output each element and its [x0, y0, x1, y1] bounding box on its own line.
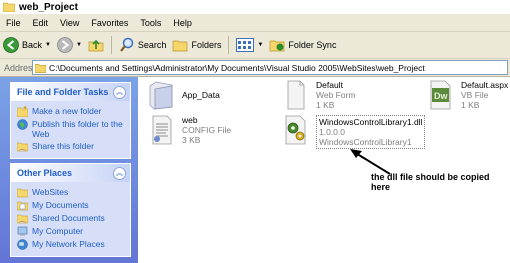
views-button[interactable]: ▼: [233, 34, 266, 56]
collapse-icon[interactable]: ︽: [113, 166, 126, 180]
file-name: WindowsControlLibrary1.dll: [319, 117, 423, 127]
dreamweaver-file-icon: Dw: [430, 80, 451, 110]
folders-label: Folders: [191, 40, 222, 50]
my-computer-icon: [17, 226, 28, 236]
share-folder-icon: [17, 142, 28, 152]
panel-body: Make a new folder Publish this folder to…: [11, 101, 130, 158]
task-label: Publish this folder to the Web: [32, 119, 123, 139]
menu-view[interactable]: View: [54, 18, 85, 28]
file-name: Default.aspx: [461, 80, 509, 90]
folder-sync-icon: [270, 40, 285, 52]
config-file-icon: [152, 115, 172, 145]
task-pane: File and Folder Tasks ︽ Make a new folde…: [0, 77, 138, 263]
chevron-down-icon[interactable]: ▼: [257, 42, 263, 48]
task-make-new-folder[interactable]: Make a new folder: [17, 106, 124, 117]
window-title: web_Project: [19, 1, 78, 13]
address-bar: Address C:\Documents and Settings\Admini…: [0, 59, 510, 77]
back-button[interactable]: Back ▼: [0, 34, 54, 56]
folder-icon: [149, 81, 173, 110]
panel-title: File and Folder Tasks: [17, 87, 109, 97]
file-type: VB File: [461, 90, 489, 100]
address-label: Address: [4, 62, 38, 73]
chevron-down-icon[interactable]: ▼: [45, 42, 51, 48]
my-documents-icon: [17, 201, 28, 211]
task-label: Make a new folder: [32, 106, 102, 116]
place-shared-documents[interactable]: Shared Documents: [17, 213, 124, 224]
address-path: C:\Documents and Settings\Administrator\…: [49, 62, 425, 73]
svg-text:Dw: Dw: [434, 91, 448, 101]
forward-button[interactable]: ▼: [54, 34, 85, 56]
new-folder-icon: [17, 106, 28, 117]
folder-icon: [17, 188, 28, 198]
place-label: My Computer: [32, 226, 84, 236]
up-folder-button[interactable]: [85, 34, 107, 56]
place-label: My Network Places: [32, 239, 105, 249]
place-label: My Documents: [32, 200, 89, 210]
folders-button[interactable]: Folders: [169, 34, 224, 56]
task-label: Share this folder: [32, 141, 94, 151]
place-my-computer[interactable]: My Computer: [17, 226, 124, 237]
folder-sync-label: Folder Sync: [288, 40, 337, 50]
place-websites[interactable]: WebSites: [17, 187, 124, 198]
file-name: App_Data: [182, 90, 220, 100]
file-item-app-data[interactable]: App_Data: [146, 80, 220, 110]
file-item-web-config[interactable]: web CONFIG File 3 KB: [146, 115, 231, 145]
title-bar: web_Project: [0, 0, 510, 14]
file-name: web: [182, 115, 198, 125]
publish-web-icon: [17, 119, 28, 130]
menu-favorites[interactable]: Favorites: [85, 18, 134, 28]
file-folder-tasks-header[interactable]: File and Folder Tasks ︽: [11, 83, 130, 101]
file-item-default[interactable]: Default Web Form 1 KB: [280, 80, 356, 110]
dll-file-icon: [285, 115, 306, 145]
file-type: CONFIG File: [182, 125, 232, 135]
place-label: WebSites: [32, 187, 69, 197]
folder-icon: [3, 2, 15, 12]
chevron-down-icon[interactable]: ▼: [76, 42, 82, 48]
file-type: Web Form: [316, 90, 356, 100]
search-icon: [120, 37, 134, 52]
file-size: 1 KB: [316, 100, 335, 110]
menu-tools[interactable]: Tools: [134, 18, 167, 28]
folders-icon: [173, 40, 188, 52]
up-folder-icon: [88, 39, 104, 52]
folder-sync-button[interactable]: Folder Sync: [266, 34, 339, 56]
panel-title: Other Places: [17, 168, 73, 178]
annotation-text: the dll file should be copied here: [371, 172, 490, 192]
back-arrow-icon: [3, 37, 19, 53]
folder-icon: [35, 63, 46, 73]
shared-documents-icon: [17, 214, 28, 224]
address-input[interactable]: C:\Documents and Settings\Administrator\…: [32, 60, 508, 75]
back-label: Back: [22, 40, 43, 50]
place-my-network-places[interactable]: My Network Places: [17, 239, 124, 250]
other-places-header[interactable]: Other Places ︽: [11, 164, 130, 182]
panel-body: WebSites My Documents Shared Documents M…: [11, 182, 130, 256]
search-label: Search: [137, 40, 167, 50]
toolbar: Back ▼ ▼ Search Folders ▼ Folder Sync: [0, 32, 510, 59]
menu-bar: File Edit View Favorites Tools Help: [0, 14, 510, 32]
menu-edit[interactable]: Edit: [27, 18, 55, 28]
web-form-icon: [287, 80, 305, 110]
other-places-panel: Other Places ︽ WebSites My Documents Sha…: [10, 163, 131, 257]
file-folder-tasks-panel: File and Folder Tasks ︽ Make a new folde…: [10, 82, 131, 159]
network-places-icon: [17, 239, 28, 250]
menu-file[interactable]: File: [0, 18, 27, 28]
toolbar-separator: [110, 36, 112, 54]
task-share-folder[interactable]: Share this folder: [17, 141, 124, 152]
search-button[interactable]: Search: [116, 34, 170, 56]
file-item-default-aspx[interactable]: Dw Default.aspx VB File 1 KB: [425, 80, 508, 110]
views-icon: [236, 38, 255, 52]
file-size: 3 KB: [182, 135, 201, 145]
collapse-icon[interactable]: ︽: [113, 85, 126, 99]
file-name: Default: [316, 80, 343, 90]
place-label: Shared Documents: [32, 213, 105, 223]
toolbar-separator: [228, 36, 230, 54]
file-type: 1.0.0.0: [319, 127, 345, 137]
file-list: App_Data Default Web Form 1 KB Dw Defaul…: [138, 77, 510, 263]
task-publish-folder[interactable]: Publish this folder to the Web: [17, 119, 124, 139]
forward-arrow-icon: [57, 37, 73, 53]
file-size: 1 KB: [461, 100, 480, 110]
menu-help[interactable]: Help: [167, 18, 198, 28]
place-my-documents[interactable]: My Documents: [17, 200, 124, 211]
